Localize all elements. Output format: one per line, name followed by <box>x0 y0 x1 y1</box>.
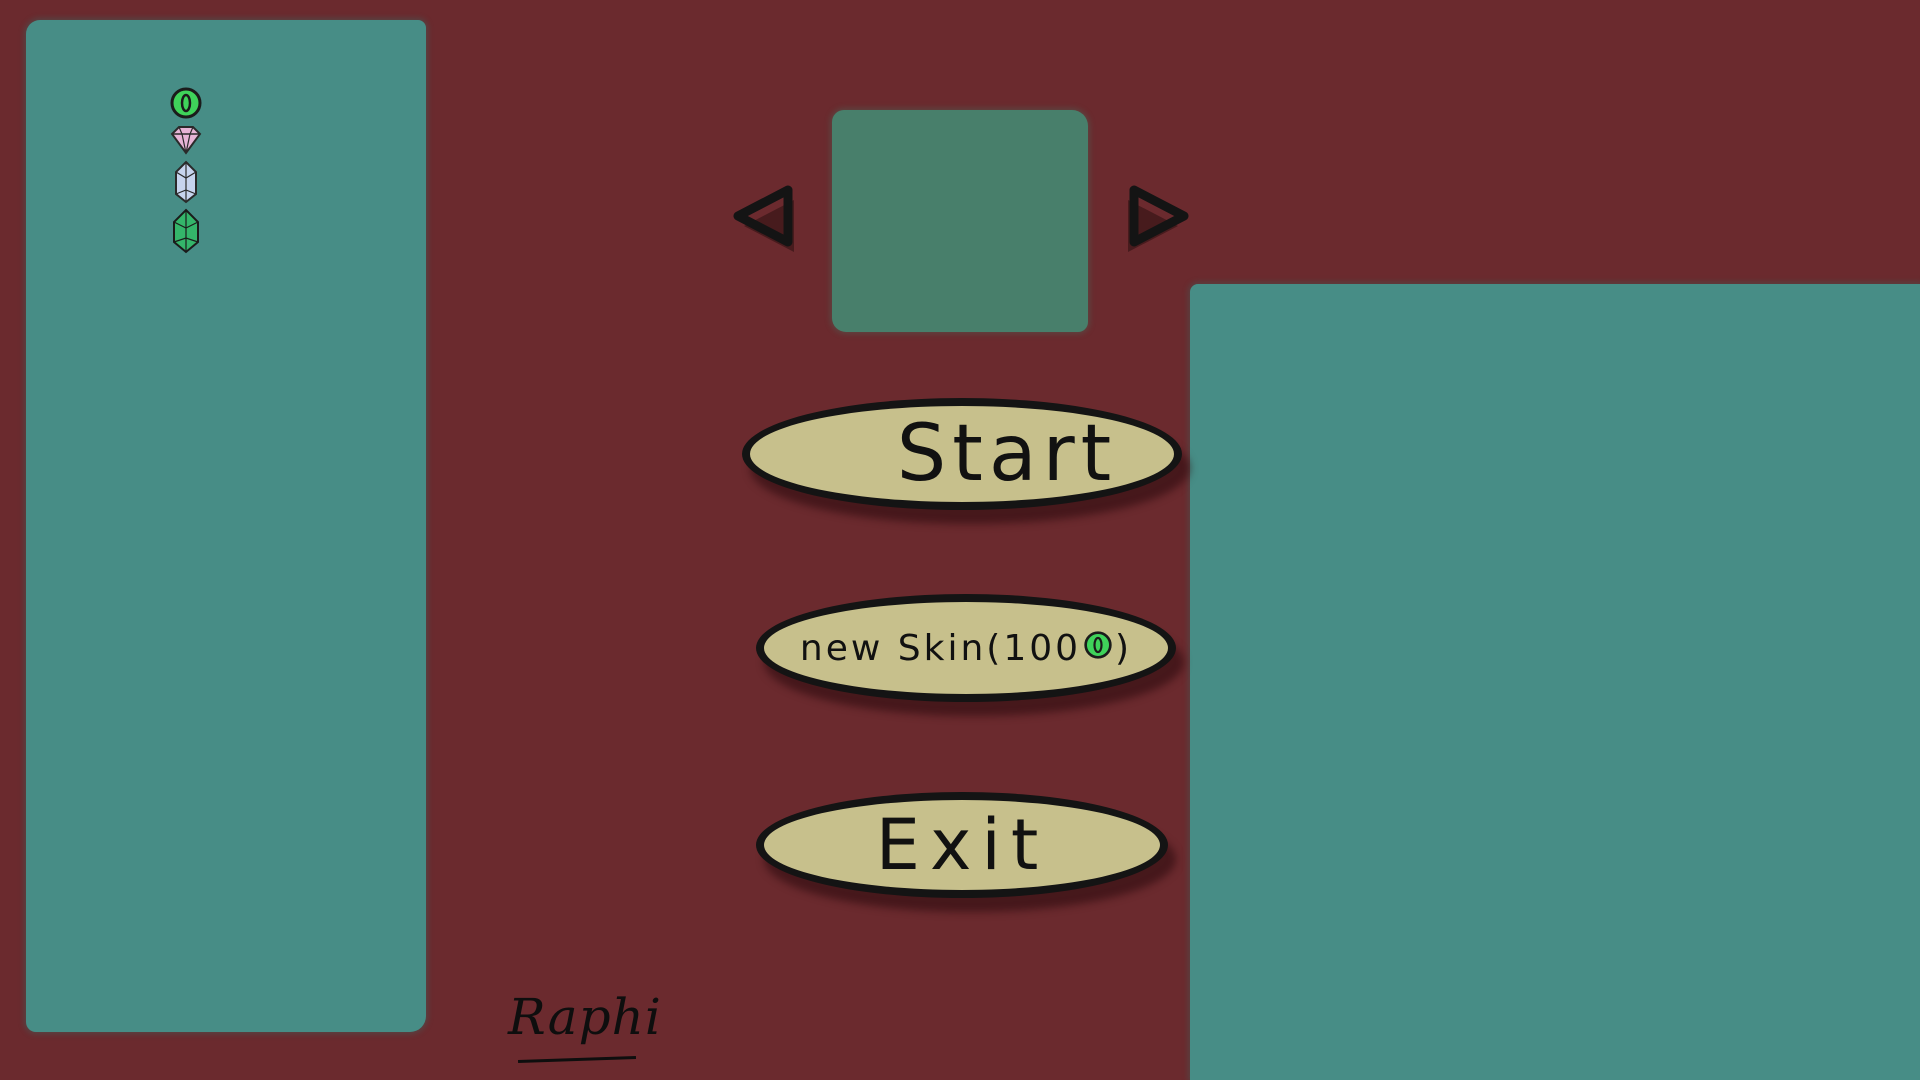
coin-icon <box>169 86 203 120</box>
start-button[interactable]: Start <box>742 398 1182 510</box>
previous-skin-button[interactable] <box>728 180 798 260</box>
green-emerald-icon <box>171 208 201 254</box>
next-skin-button[interactable] <box>1122 180 1192 260</box>
new-skin-button-label: new Skin(100 <box>799 627 1082 669</box>
pink-diamond-icon <box>169 124 203 156</box>
exit-button-label: Exit <box>875 804 1049 886</box>
currency-list <box>168 86 204 254</box>
signature-underline <box>517 1055 637 1064</box>
game-screen: Start new Skin(100 ) Exit Raphi <box>0 0 1920 1080</box>
triangle-right-icon <box>1122 185 1192 264</box>
blue-crystal-icon <box>172 160 200 204</box>
coin-icon <box>1083 628 1113 669</box>
new-skin-button[interactable]: new Skin(100 ) <box>756 594 1176 702</box>
new-skin-button-close: ) <box>1115 627 1133 669</box>
triangle-left-icon <box>728 185 798 264</box>
right-panel <box>1190 284 1920 1080</box>
artist-signature: Raphi <box>508 988 662 1046</box>
left-panel <box>26 20 426 1032</box>
exit-button[interactable]: Exit <box>756 792 1168 898</box>
start-button-label: Start <box>896 409 1118 499</box>
skin-preview <box>832 110 1088 332</box>
